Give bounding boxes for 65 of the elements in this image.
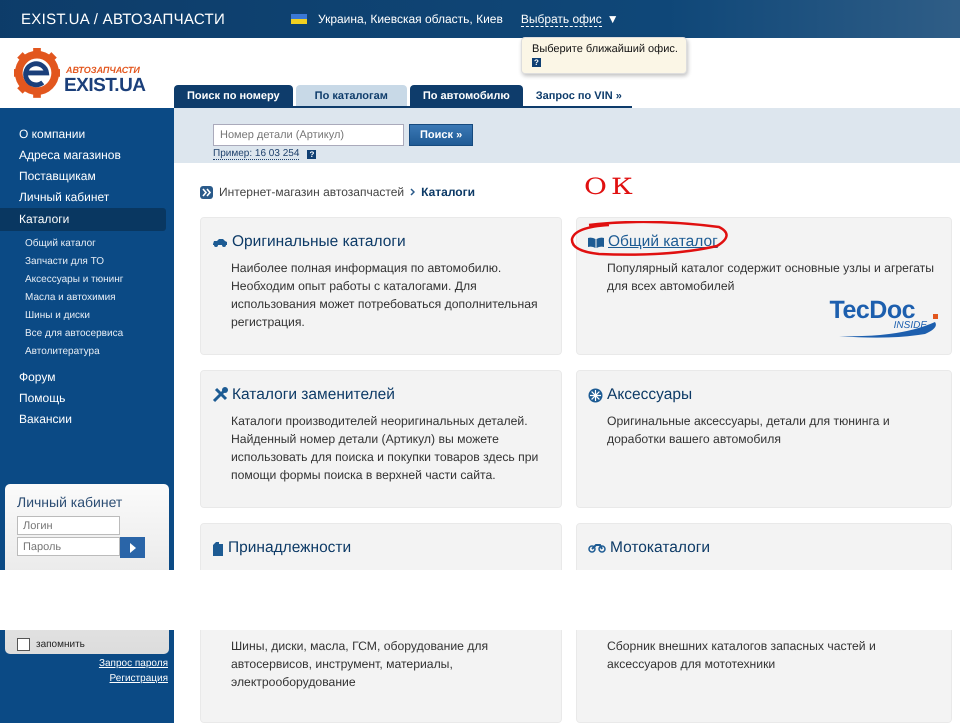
card-description: Каталоги производителей неоригинальных деталей. Найденный номер детали (Артикул) вы можете использовать для поиска и покупки товаров здесь при помощи формы поиска в верхней части сайта. xyxy=(231,413,540,484)
select-office-link[interactable]: Выбрать офис xyxy=(520,12,602,26)
location-text: Украина, Киевская область, Киев xyxy=(318,12,503,26)
canister-icon xyxy=(212,540,224,556)
logo-tagline: АВТОЗАПЧАСТИ xyxy=(66,65,140,75)
sidebar-subitem[interactable]: Аксессуары и тюнинг xyxy=(0,271,174,289)
password-field[interactable]: Пароль xyxy=(17,537,120,556)
snowflake-icon xyxy=(588,388,603,402)
remember-label: запомнить xyxy=(36,639,85,650)
book-icon xyxy=(588,236,604,248)
handwritten-note: ОК xyxy=(584,173,637,200)
sidebar-subitem[interactable]: Все для автосервиса xyxy=(0,325,174,343)
sidebar-item[interactable]: Адреса магазинов xyxy=(0,145,166,166)
breadcrumb-current: Каталоги xyxy=(421,185,475,200)
sidebar-item[interactable]: Помощь xyxy=(0,388,166,409)
sidebar-item[interactable]: Каталоги xyxy=(0,208,166,231)
flag-icon xyxy=(291,14,307,24)
logo-name: EXIST.UA xyxy=(64,75,146,97)
chevron-icon xyxy=(410,188,416,196)
account-link[interactable]: Регистрация xyxy=(110,673,168,684)
logo-tagline: INSIDE xyxy=(894,320,927,331)
sidebar-item[interactable]: Вакансии xyxy=(0,409,166,430)
sidebar-subitem[interactable]: Автолитература xyxy=(0,343,174,361)
card-description: Наиболее полная информация по автомобилю. Необходим опыт работы с каталогами. Для использования может потребоваться дополнительная регистрация. xyxy=(231,260,539,331)
double-arrow-icon xyxy=(200,186,213,199)
caret-icon[interactable]: ▼ xyxy=(606,12,619,26)
catalog-link[interactable]: Общий каталог xyxy=(608,233,718,251)
vin-request-link[interactable]: Запрос по VIN » xyxy=(526,85,632,106)
tooltip-text: Выберите ближайший офис. xyxy=(532,44,678,55)
sidebar-item[interactable]: О компании xyxy=(0,124,166,145)
sidebar-subitem[interactable]: Шины и диски xyxy=(0,307,174,325)
example-link[interactable]: Пример: 16 03 254 xyxy=(213,148,300,160)
sidebar-subitem[interactable]: Масла и автохимия xyxy=(0,289,174,307)
help-icon[interactable]: ? xyxy=(532,58,541,67)
site-title: EXIST.UA / АВТОЗАПЧАСТИ xyxy=(21,10,226,28)
card-title: Мотокаталоги xyxy=(610,539,710,557)
login-button[interactable] xyxy=(120,537,145,558)
sidebar-item[interactable]: Форум xyxy=(0,367,166,388)
card-title: Каталоги заменителей xyxy=(232,386,395,404)
remember-checkbox[interactable] xyxy=(17,638,30,651)
tab[interactable]: По автомобилю xyxy=(410,85,523,106)
search-button[interactable]: Поиск » xyxy=(409,124,474,146)
card-title: Оригинальные каталоги xyxy=(232,233,406,251)
card-title: Аксессуары xyxy=(607,386,692,404)
card-title: Принадлежности xyxy=(228,539,352,557)
sidebar-subitem[interactable]: Запчасти для ТО xyxy=(0,253,174,271)
account-link[interactable]: Запрос пароля xyxy=(98,658,168,669)
breadcrumb-link[interactable]: Интернет-магазин автозапчастей xyxy=(219,185,404,200)
login-field[interactable]: Логин xyxy=(17,516,120,535)
card-description: Сборник внешних каталогов запасных частей и аксессуаров для мототехники xyxy=(607,638,877,673)
motorcycle-icon xyxy=(588,543,606,553)
card-description: Популярный каталог содержит основные узлы и агрегаты для всех автомобилей xyxy=(607,260,935,295)
part-number-field[interactable]: Номер детали (Артикул) xyxy=(213,124,404,146)
login-title: Личный кабинет xyxy=(17,494,124,510)
help-icon[interactable]: ? xyxy=(307,150,316,158)
card-description: Шины, диски, масла, ГСМ, оборудование для автосервисов, инструмент, материалы, электрооборудование xyxy=(231,638,490,691)
car-icon xyxy=(212,238,228,246)
card-description: Оригинальные аксессуары, детали для тюнинга и доработки вашего автомобиля xyxy=(607,413,891,448)
sidebar-item[interactable]: Личный кабинет xyxy=(0,187,166,208)
sidebar-item[interactable]: Поставщикам xyxy=(0,166,166,187)
play-arrow-icon xyxy=(130,542,136,552)
tools-icon xyxy=(212,387,228,403)
tab[interactable]: Поиск по номеру xyxy=(174,85,293,106)
sidebar-subitem[interactable]: Общий каталог xyxy=(0,235,174,253)
tab[interactable]: По каталогам xyxy=(296,85,407,106)
